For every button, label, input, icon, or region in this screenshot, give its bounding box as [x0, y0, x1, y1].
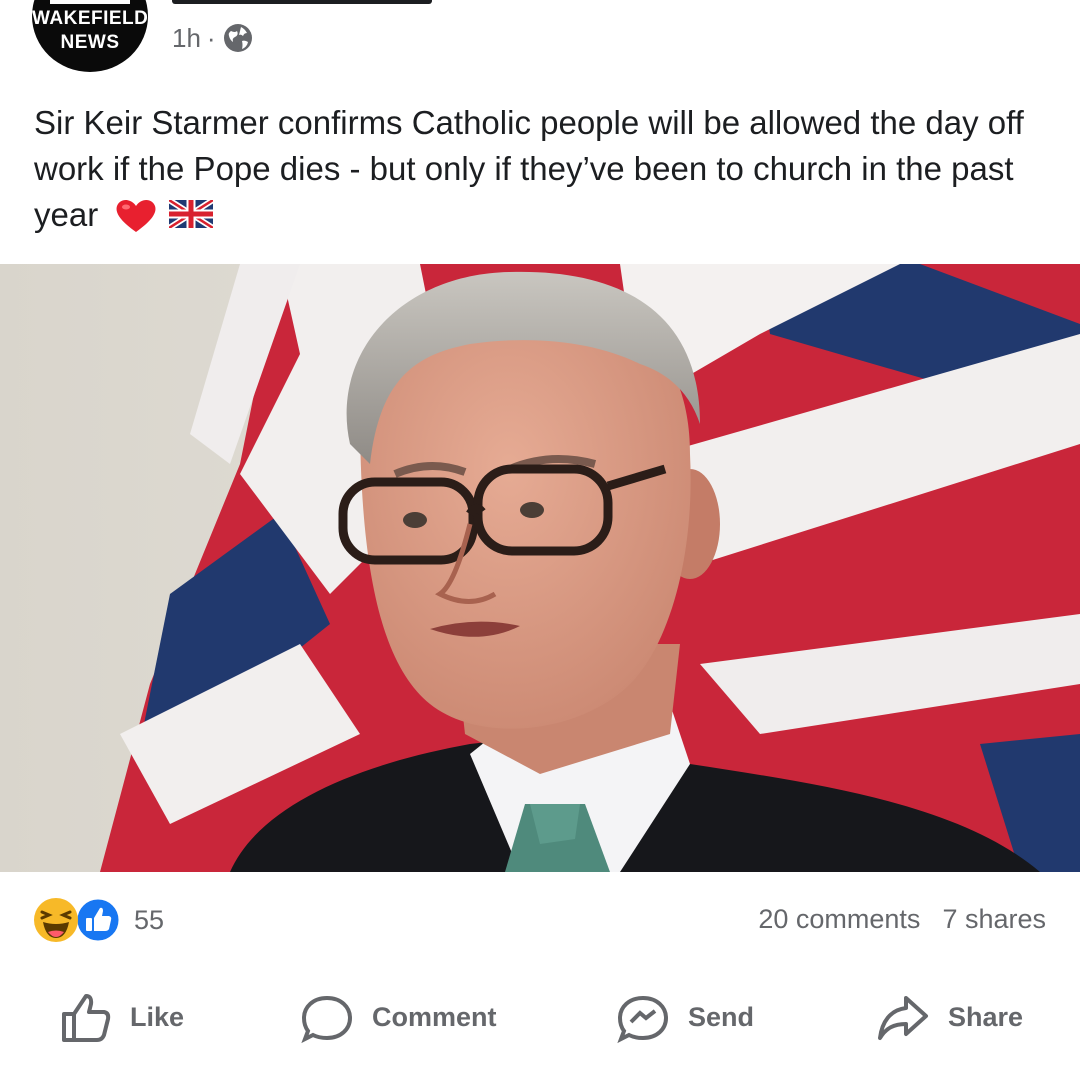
send-button[interactable]: Send: [616, 990, 754, 1044]
post-photo[interactable]: [0, 264, 1080, 872]
like-label: Like: [130, 1001, 185, 1032]
comment-label: Comment: [372, 1001, 497, 1032]
post-time[interactable]: 1h: [172, 23, 201, 54]
comments-count[interactable]: 20 comments: [758, 904, 920, 935]
reaction-count: 55: [134, 904, 165, 935]
engagement-counts: 20 comments 7 shares: [758, 904, 1046, 935]
like-reaction-icon: [74, 896, 122, 944]
close-icon[interactable]: [996, 0, 1050, 10]
meta-separator: ·: [206, 22, 216, 53]
heart-emoji-icon: [116, 200, 156, 232]
comment-button[interactable]: Comment: [300, 990, 497, 1044]
share-icon: [878, 996, 928, 1040]
post-header: WAKEFIELD NEWS 1h ·: [0, 0, 1080, 80]
avatar-logo-line2: NEWS: [60, 32, 120, 53]
photo-illustration: [0, 264, 1080, 872]
uk-flag-emoji-icon: [168, 200, 213, 228]
post-message: Sir Keir Starmer confirms Catholic peopl…: [34, 100, 1044, 238]
like-button[interactable]: Like: [58, 990, 184, 1044]
send-label: Send: [688, 1001, 755, 1032]
reactions-summary[interactable]: 55: [32, 896, 164, 944]
like-icon: [62, 994, 111, 1042]
shares-count[interactable]: 7 shares: [942, 904, 1046, 935]
post-meta: 1h ·: [172, 20, 254, 56]
page-name-cropped[interactable]: [172, 0, 432, 4]
comment-icon: [301, 995, 353, 1044]
haha-reaction-icon: [34, 898, 78, 942]
logo-bar: [50, 0, 130, 4]
share-button[interactable]: Share: [876, 990, 1023, 1044]
post-stats: 55 20 comments 7 shares: [0, 890, 1080, 952]
action-bar: Like Comment Send Share: [0, 990, 1080, 1070]
globe-icon: [223, 24, 252, 52]
share-label: Share: [948, 1001, 1024, 1032]
send-icon: [617, 995, 669, 1044]
avatar-logo-line1: WAKEFIELD: [32, 8, 148, 29]
page-avatar[interactable]: WAKEFIELD NEWS: [32, 0, 148, 72]
